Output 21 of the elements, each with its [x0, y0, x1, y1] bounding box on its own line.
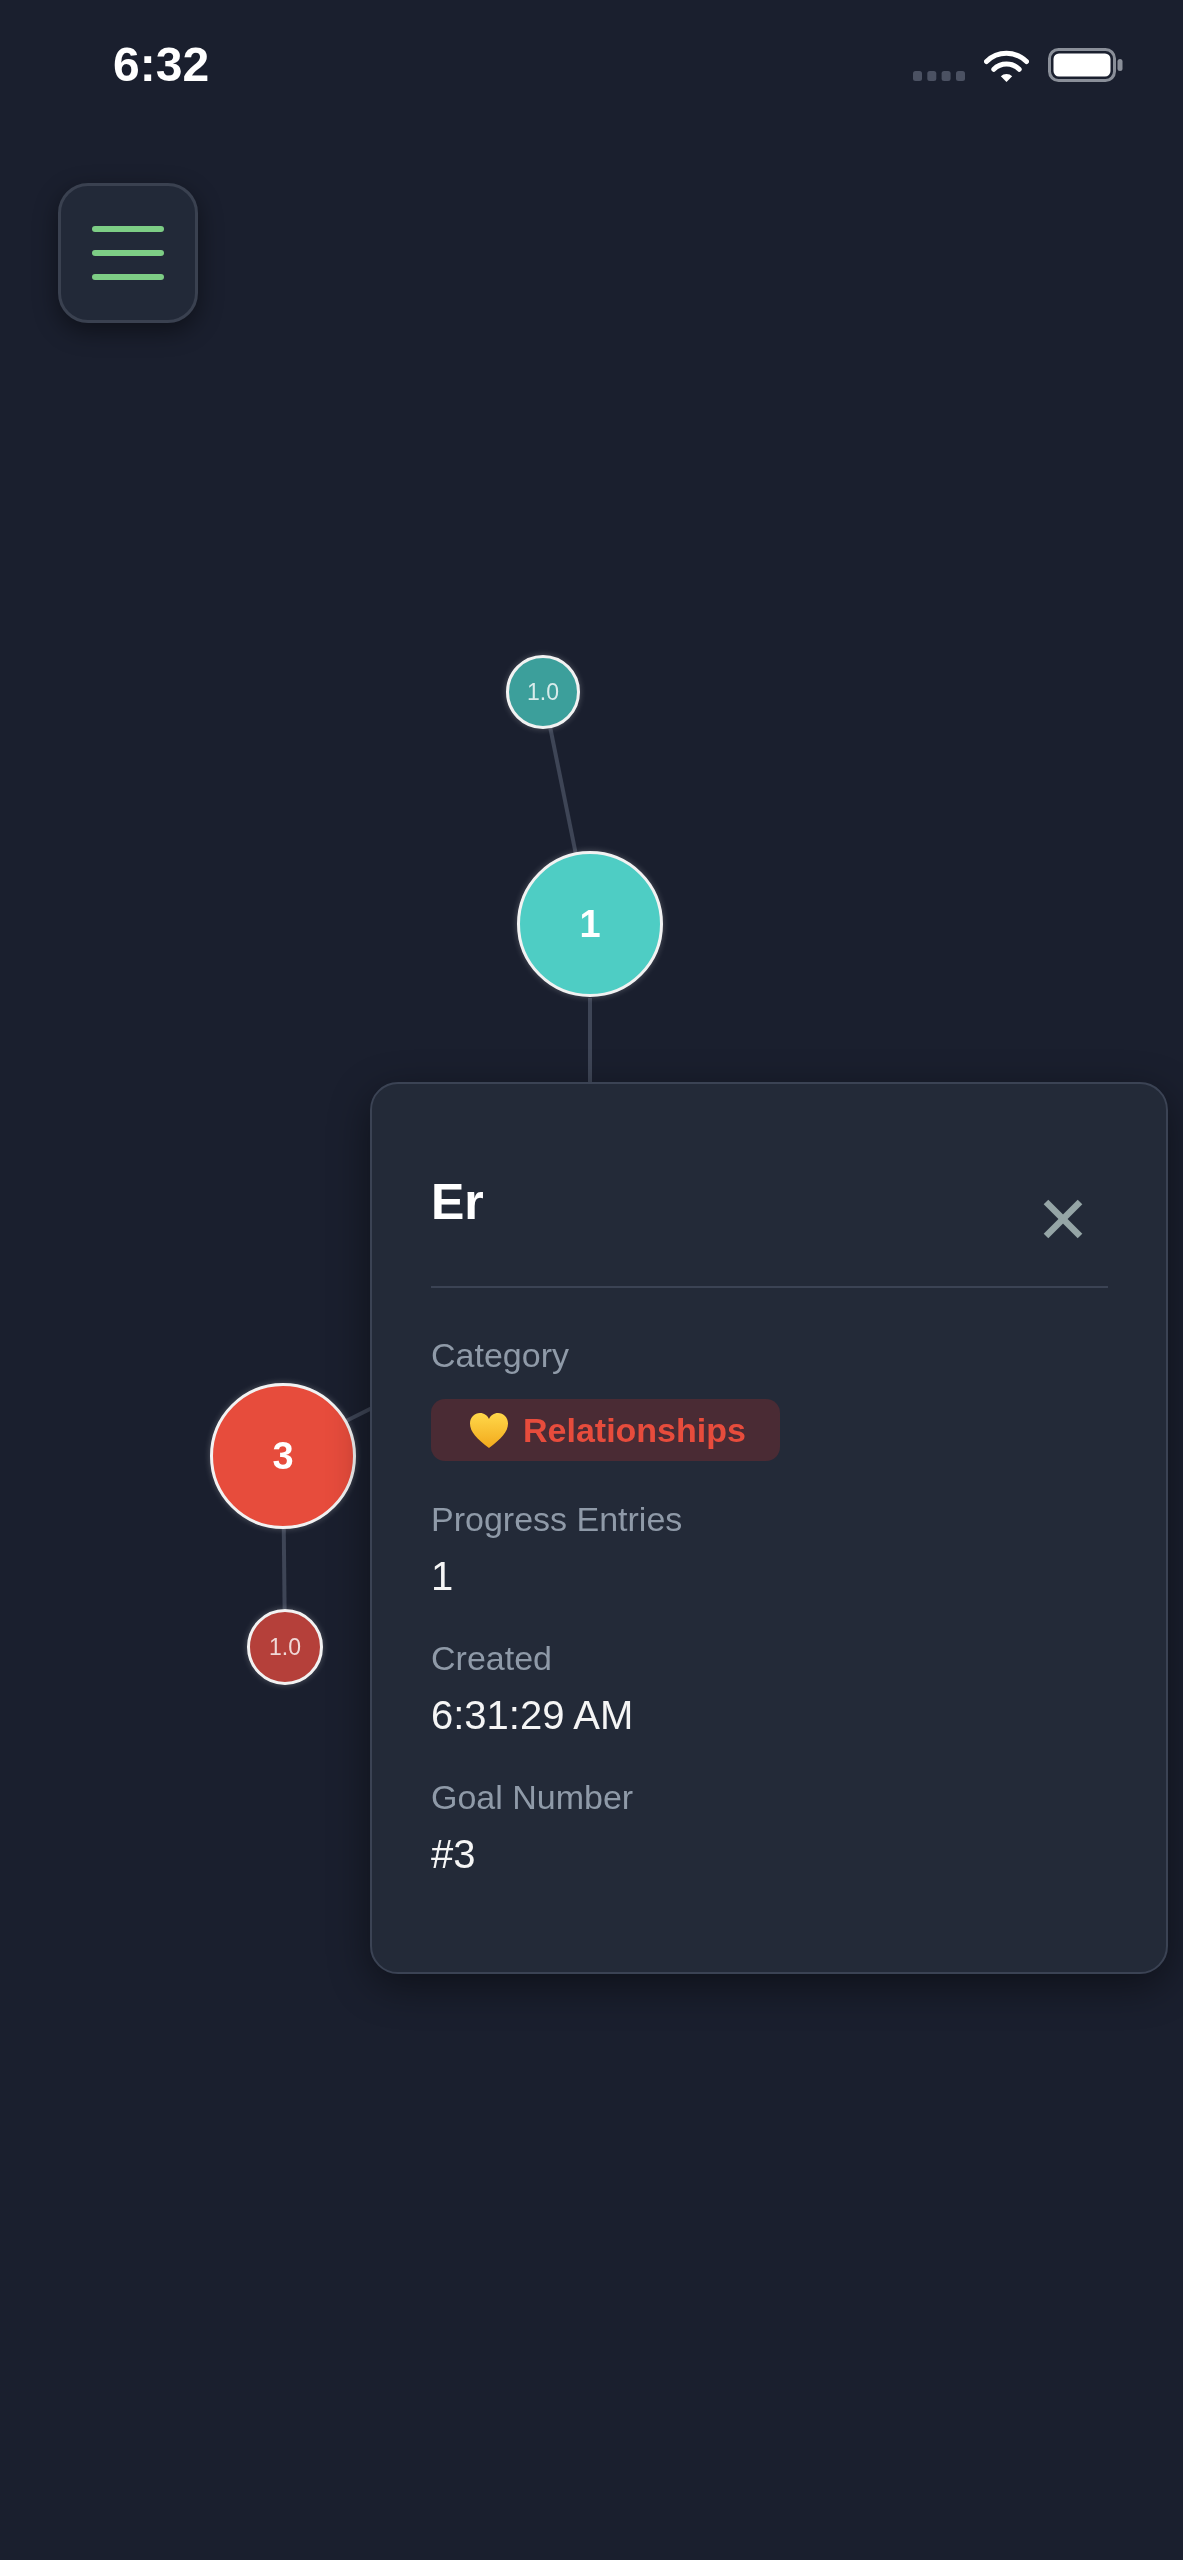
status-time: 6:32: [113, 41, 210, 89]
menu-button[interactable]: [58, 183, 198, 323]
field-label: Goal Number: [431, 1777, 635, 1818]
wifi-icon: [984, 48, 1029, 82]
field-label: Progress Entries: [431, 1499, 684, 1540]
battery-icon: [1048, 48, 1123, 82]
menu-icon: [92, 226, 164, 280]
category-name: Relationships: [523, 1410, 746, 1450]
entry-node[interactable]: 1.0: [506, 655, 580, 729]
close-icon[interactable]: [1043, 1199, 1083, 1239]
field-value: 6:31:29 AM: [431, 1692, 635, 1739]
field-label: Category: [431, 1335, 570, 1376]
field-value: #3: [431, 1831, 477, 1878]
goal-title: Er: [431, 1173, 484, 1232]
entry-node[interactable]: 1.0: [247, 1609, 323, 1685]
field-label: Created: [431, 1638, 553, 1679]
goal-node[interactable]: 3: [210, 1383, 356, 1529]
heart-icon: [469, 1411, 509, 1449]
field-value: 1: [431, 1553, 455, 1600]
goal-node[interactable]: 1: [517, 851, 663, 997]
signal-icon: [913, 71, 965, 81]
